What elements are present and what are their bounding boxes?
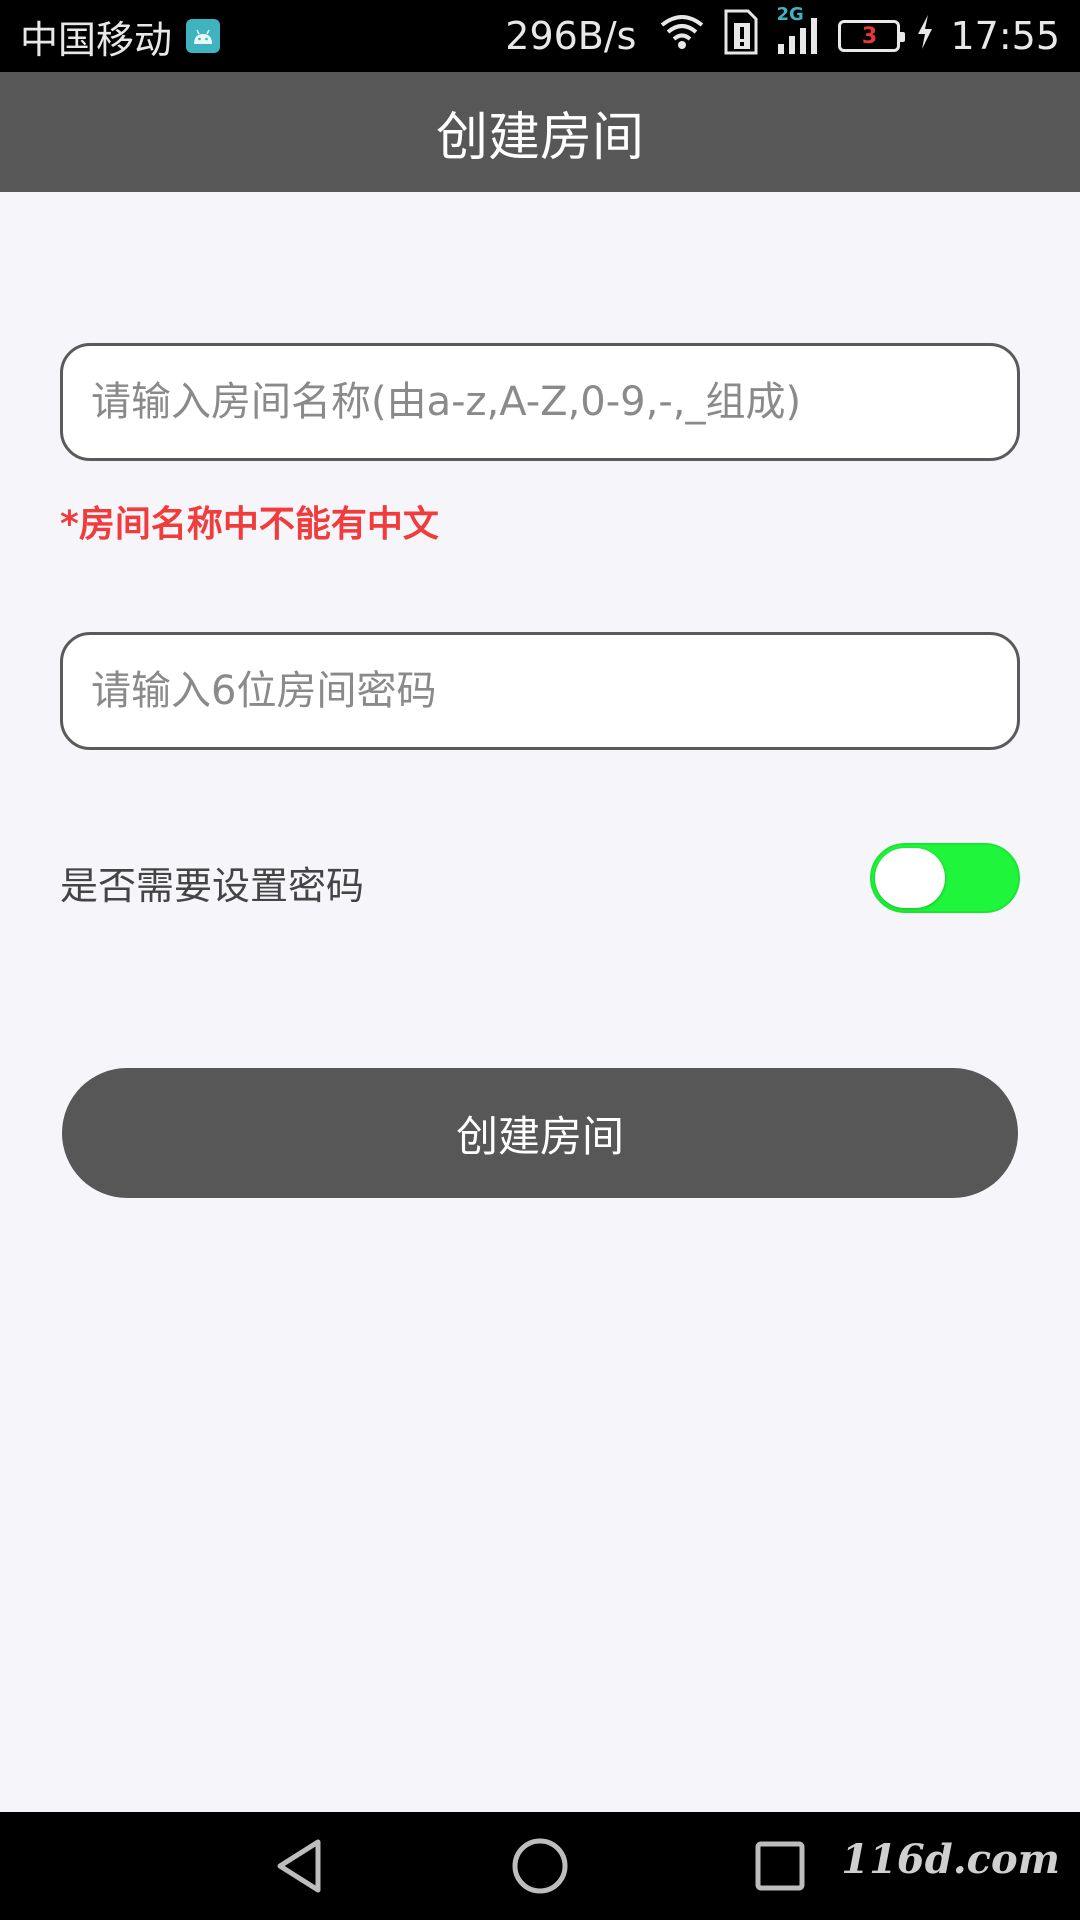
android-notification-icon bbox=[186, 19, 221, 53]
sim-card-icon bbox=[722, 9, 760, 64]
create-room-button[interactable]: 创建房间 bbox=[62, 1068, 1018, 1198]
room-name-warning: *房间名称中不能有中文 bbox=[60, 504, 439, 545]
back-icon[interactable] bbox=[270, 1836, 330, 1896]
room-password-input[interactable] bbox=[60, 632, 1020, 750]
room-name-input[interactable] bbox=[60, 343, 1020, 461]
signal-strength-icon: 2G bbox=[776, 4, 822, 56]
page-title: 创建房间 bbox=[435, 107, 644, 168]
password-toggle-switch[interactable] bbox=[870, 843, 1020, 913]
wifi-icon bbox=[658, 13, 706, 60]
navigation-bar: 116d.com bbox=[0, 1812, 1080, 1920]
status-bar: 中国移动 296B/s 2G 3 17:55 bbox=[0, 0, 1080, 72]
toggle-knob bbox=[875, 848, 945, 908]
status-right: 296B/s 2G 3 17:55 bbox=[505, 4, 1060, 64]
battery-icon: 3 bbox=[838, 20, 906, 52]
clock: 17:55 bbox=[950, 14, 1060, 58]
recent-apps-icon[interactable] bbox=[750, 1836, 810, 1896]
password-toggle-label: 是否需要设置密码 bbox=[60, 864, 365, 908]
network-speed: 296B/s bbox=[505, 14, 637, 58]
watermark-logo: 116d.com bbox=[841, 1836, 1060, 1883]
screen: 中国移动 296B/s 2G 3 17:55 创建房间 请输入房间名称(由a-z… bbox=[0, 0, 1080, 1920]
app-header: 创建房间 bbox=[0, 72, 1080, 192]
battery-level: 3 bbox=[861, 23, 878, 49]
network-type-label: 2G bbox=[776, 4, 804, 25]
status-left: 中国移动 bbox=[20, 9, 221, 64]
charging-icon bbox=[916, 14, 934, 58]
carrier-label: 中国移动 bbox=[20, 17, 173, 62]
home-icon[interactable] bbox=[510, 1836, 570, 1896]
